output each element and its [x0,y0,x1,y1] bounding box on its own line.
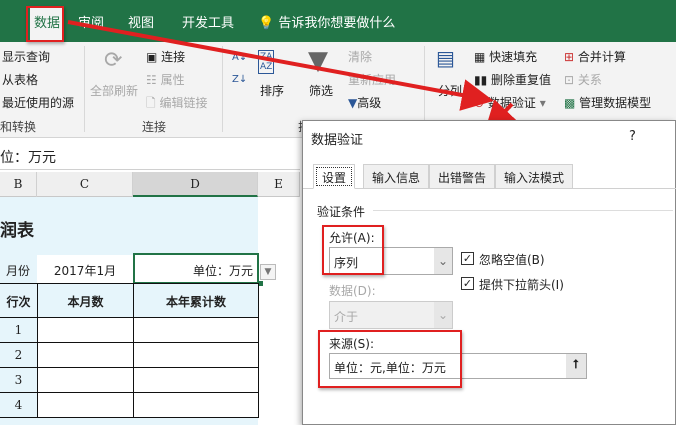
tab-input-message[interactable]: 输入信息 [363,164,430,189]
chevron-down-icon[interactable]: ⌄ [434,248,452,274]
highlight-allow [322,225,384,275]
ignore-blank-checkbox[interactable]: ✓ [461,252,474,265]
tab-settings[interactable]: 设置 [313,164,356,189]
section-validation-criteria: 验证条件 [317,205,366,219]
highlight-data-tab [26,6,64,42]
arrow-to-data-validation [67,20,494,111]
collapse-dialog-icon[interactable]: ⭡ [566,354,586,378]
highlight-source [318,330,462,388]
chevron-down-icon: ⌄ [434,302,452,328]
data-label: 数据(D): [329,284,376,298]
ignore-blank-label: 忽略空值(B) [479,253,545,267]
dropdown-arrow-label: 提供下拉箭头(I) [479,278,564,292]
tab-ime-mode[interactable]: 输入法模式 [495,164,574,189]
tab-error-alert[interactable]: 出错警告 [429,164,496,189]
data-select-disabled[interactable]: 介于 ⌄ [329,301,453,329]
dropdown-arrow-checkbox[interactable]: ✓ [461,277,474,290]
help-button[interactable]: ? [629,129,636,144]
dialog-title: 数据验证 [311,133,364,148]
data-select-value: 介于 [334,310,359,324]
